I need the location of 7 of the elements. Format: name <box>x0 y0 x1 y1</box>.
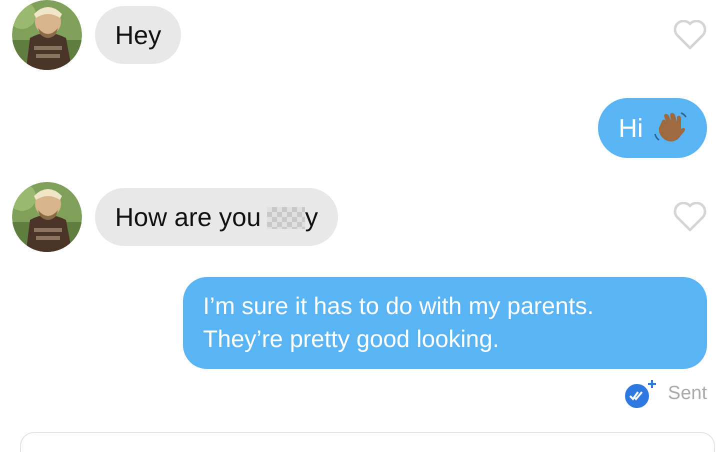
message-text: Hi <box>618 113 643 143</box>
heart-icon[interactable] <box>673 202 707 232</box>
sent-status: Sent <box>668 383 707 405</box>
heart-icon[interactable] <box>673 20 707 50</box>
message-text: How are you y <box>115 202 318 232</box>
message-text: Hey <box>115 20 162 50</box>
message-text: I’m sure it has to do with my parents. They’re pretty good looking. <box>203 292 595 355</box>
